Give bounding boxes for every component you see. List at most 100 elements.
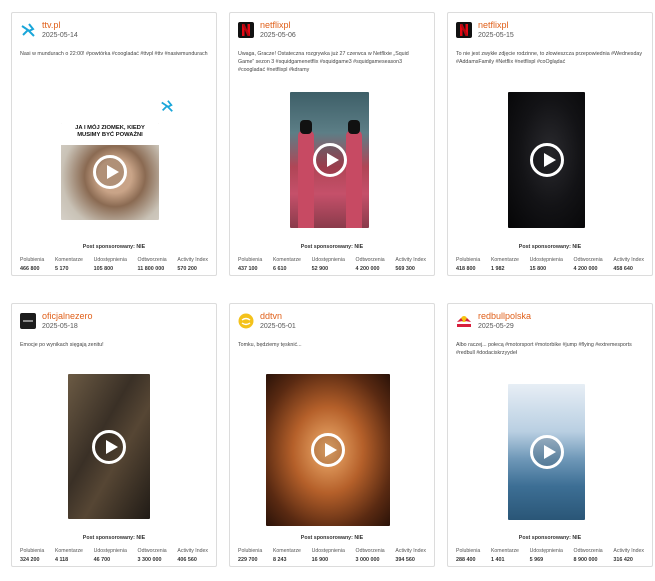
stat-comments: Komentarze 6 610 <box>273 257 301 272</box>
post-card: netflixpl 2025-05-06 Uwaga, Gracze! Osta… <box>229 12 435 276</box>
netflix-logo-icon[interactable] <box>238 22 254 38</box>
stat-label: Odtworzenia <box>137 548 167 554</box>
stat-label: Komentarze <box>490 548 519 554</box>
stat-label: Komentarze <box>272 548 301 554</box>
post-description: Tomku, będziemy tęsknić... <box>238 342 302 348</box>
post-date: 2025-05-14 <box>42 32 78 39</box>
stat-label: Udostępnienia <box>93 548 127 554</box>
stat-label: Polubienia <box>238 257 263 263</box>
video-thumbnail[interactable]: JA I MÓJ ZIOMEK, KIEDY MUSIMY BYĆ POWAŻN… <box>61 123 159 220</box>
stat-value: 458 640 <box>613 266 633 272</box>
stat-value: 5 969 <box>529 557 544 563</box>
post-card: redbullpolska 2025-05-29 Albo raczej... … <box>447 303 653 567</box>
guard-figure-right <box>346 130 362 228</box>
stat-label: Polubienia <box>238 548 263 554</box>
stat-likes: Polubienia 418 800 <box>456 257 480 272</box>
stat-likes: Polubienia 229 700 <box>238 548 262 563</box>
stat-label: Komentarze <box>490 257 519 263</box>
zero-logo-icon[interactable] <box>20 313 36 329</box>
stat-value: 1 982 <box>490 266 505 272</box>
stats-row: Polubienia 288 400 Komentarze 1 401 Udostę… <box>456 548 644 563</box>
account-name-link[interactable]: ddtvn <box>260 311 282 321</box>
post-date: 2025-05-01 <box>260 323 296 330</box>
stat-label: Odtworzenia <box>355 548 385 554</box>
video-caption: JA I MÓJ ZIOMEK, KIEDY MUSIMY BYĆ POWAŻN… <box>75 125 145 138</box>
play-icon[interactable] <box>529 435 564 469</box>
stat-views: Odtworzenia 4 200 000 <box>574 257 603 272</box>
ttv-logo-icon[interactable] <box>20 22 36 38</box>
stat-views: Odtworzenia 3 300 000 <box>138 548 167 563</box>
sponsored-status: Post sponsorowany: NIE <box>518 535 582 541</box>
stat-shares: Udostępnienia 5 969 <box>530 548 563 563</box>
stat-value: 8 900 000 <box>573 557 598 563</box>
stat-label: Komentarze <box>272 257 301 263</box>
play-icon[interactable] <box>93 154 127 189</box>
video-thumbnail[interactable] <box>290 92 369 228</box>
post-card: ttv.pl 2025-05-14 Nasi w mundurach o 22:… <box>11 12 217 276</box>
stat-value: 570 200 <box>177 266 197 272</box>
stat-label: Udostępnienia <box>93 257 127 263</box>
stat-label: Komentarze <box>54 257 83 263</box>
stat-label: Polubienia <box>456 257 481 263</box>
play-icon[interactable] <box>529 143 564 177</box>
video-thumbnail[interactable] <box>266 374 390 526</box>
stat-label: Activity Index <box>395 548 426 554</box>
stat-likes: Polubienia 324 200 <box>20 548 44 563</box>
stats-row: Polubienia 418 800 Komentarze 1 982 Udostę… <box>456 257 644 272</box>
account-name-link[interactable]: redbullpolska <box>478 311 531 321</box>
stat-value: 52 900 <box>311 266 329 272</box>
stat-activity-index: Activity Index 406 560 <box>177 548 208 563</box>
stat-value: 406 560 <box>177 557 197 563</box>
stat-shares: Udostępnienia 52 900 <box>312 257 345 272</box>
stats-row: Polubienia 229 700 Komentarze 8 243 Udostę… <box>238 548 426 563</box>
stat-label: Udostępnienia <box>311 548 345 554</box>
play-icon[interactable] <box>312 143 347 177</box>
account-name-link[interactable]: ttv.pl <box>42 20 60 30</box>
play-icon[interactable] <box>92 429 126 464</box>
post-description: To nie jest zwykłe zdjęcie rodzinne, to … <box>456 51 642 66</box>
stat-value: 16 900 <box>311 557 329 563</box>
stat-value: 466 800 <box>20 266 40 272</box>
video-thumbnail[interactable] <box>68 374 150 519</box>
post-date: 2025-05-29 <box>478 323 514 330</box>
netflix-logo-icon[interactable] <box>456 22 472 38</box>
sponsored-status: Post sponsorowany: NIE <box>300 244 364 250</box>
stat-activity-index: Activity Index 316 420 <box>613 548 644 563</box>
stat-shares: Udostępnienia 105 800 <box>94 257 127 272</box>
stat-label: Odtworzenia <box>137 257 167 263</box>
stats-row: Polubienia 324 200 Komentarze 4 118 Udostę… <box>20 548 208 563</box>
stat-value: 1 401 <box>490 557 505 563</box>
stat-value: 15 800 <box>529 266 547 272</box>
play-icon[interactable] <box>311 433 345 467</box>
stat-value: 11 800 000 <box>137 266 165 272</box>
stat-value: 394 560 <box>395 557 415 563</box>
stat-value: 5 170 <box>54 266 69 272</box>
stats-row: Polubienia 437 100 Komentarze 6 610 Udostę… <box>238 257 426 272</box>
stat-label: Odtworzenia <box>573 548 603 554</box>
stat-value: 418 800 <box>456 266 476 272</box>
stat-activity-index: Activity Index 570 200 <box>177 257 208 272</box>
stat-views: Odtworzenia 8 900 000 <box>574 548 603 563</box>
stat-comments: Komentarze 1 982 <box>491 257 519 272</box>
stat-comments: Komentarze 4 118 <box>55 548 83 563</box>
ddtvn-logo-icon[interactable] <box>238 313 254 329</box>
account-name-link[interactable]: netflixpl <box>478 20 509 30</box>
stat-value: 437 100 <box>238 266 258 272</box>
stat-value: 105 800 <box>93 266 114 272</box>
stat-label: Polubienia <box>20 548 45 554</box>
stat-label: Polubienia <box>20 257 45 263</box>
account-name-link[interactable]: oficjalnezero <box>42 311 93 321</box>
stat-value: 288 400 <box>456 557 476 563</box>
redbull-logo-icon[interactable] <box>456 313 472 329</box>
stat-value: 8 243 <box>272 557 287 563</box>
ttv-watermark-icon <box>160 99 174 113</box>
stat-label: Udostępnienia <box>529 548 563 554</box>
stat-activity-index: Activity Index 569 300 <box>395 257 426 272</box>
stat-likes: Polubienia 466 800 <box>20 257 44 272</box>
stat-likes: Polubienia 288 400 <box>456 548 480 563</box>
post-date: 2025-05-15 <box>478 32 514 39</box>
account-name-link[interactable]: netflixpl <box>260 20 291 30</box>
post-description: Nasi w mundurach o 22:00! #powtórka #coo… <box>20 51 208 57</box>
video-thumbnail[interactable] <box>508 92 585 228</box>
video-thumbnail[interactable] <box>508 384 585 520</box>
